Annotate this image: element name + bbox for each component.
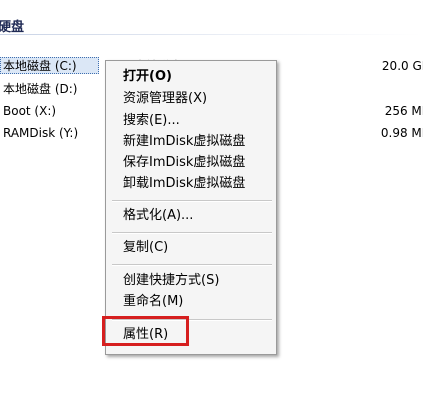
menu-item-copy[interactable]: 复制(C) [123, 238, 168, 258]
menu-item-open[interactable]: 打开(O) [123, 67, 172, 87]
annotation-highlight-box [102, 316, 189, 346]
drive-name: RAMDisk (Y:) [3, 126, 79, 140]
menu-item-new-imdisk[interactable]: 新建ImDisk虚拟磁盘 [123, 132, 245, 152]
menu-item-search[interactable]: 搜索(E)... [123, 111, 180, 131]
header-divider [0, 34, 423, 35]
drive-name: Boot (X:) [3, 104, 57, 118]
menu-item-format[interactable]: 格式化(A)... [123, 206, 193, 226]
context-menu: 打开(O) 资源管理器(X) 搜索(E)... 新建ImDisk虚拟磁盘 保存I… [105, 60, 277, 355]
menu-item-save-imdisk[interactable]: 保存ImDisk虚拟磁盘 [123, 153, 245, 173]
drive-size: 256 MB [384, 104, 423, 118]
section-header: 硬盘 [0, 20, 25, 35]
drive-name: 本地磁盘 (D:) [3, 82, 78, 96]
drive-size: 20.0 GB [381, 59, 423, 73]
menu-item-unmount-imdisk[interactable]: 卸载ImDisk虚拟磁盘 [123, 174, 245, 194]
menu-separator [112, 232, 272, 234]
menu-item-rename[interactable]: 重命名(M) [123, 292, 183, 312]
drive-name: 本地磁盘 (C:) [3, 59, 77, 73]
menu-separator [112, 200, 272, 202]
menu-item-explorer[interactable]: 资源管理器(X) [123, 89, 207, 109]
menu-separator [112, 264, 272, 266]
menu-item-create-shortcut[interactable]: 创建快捷方式(S) [123, 271, 219, 291]
drive-size: 0.98 MB [380, 126, 423, 140]
